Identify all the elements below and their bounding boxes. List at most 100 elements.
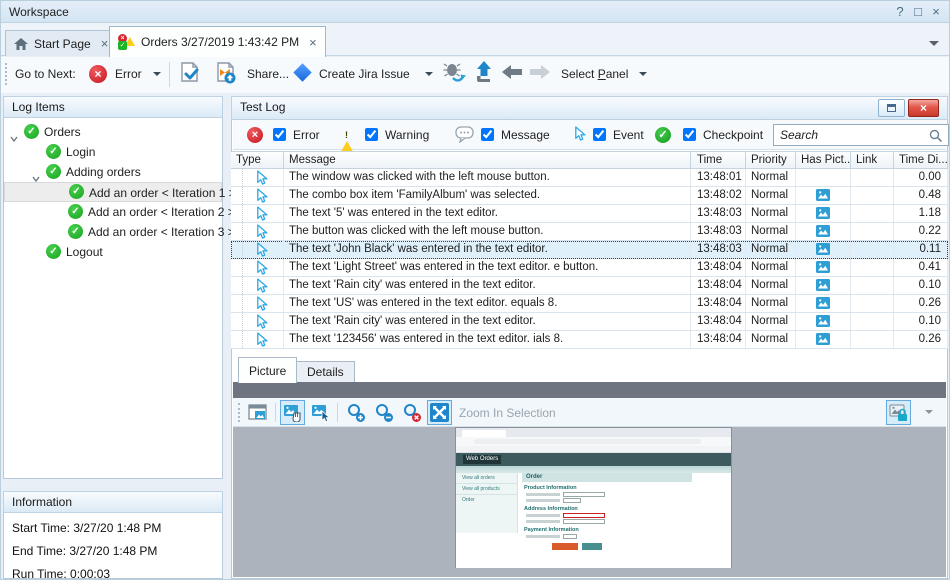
close-panel-button[interactable]: ×: [908, 99, 939, 117]
pan-tool-button[interactable]: [280, 400, 305, 425]
column-header-link[interactable]: Link: [851, 152, 894, 168]
cell-message: The text 'Rain city' was entered in the …: [284, 277, 691, 294]
zoom-reset-button[interactable]: [399, 400, 424, 425]
mouse-action-icon: [255, 224, 268, 240]
tree-item-logout[interactable]: ✓ Logout: [4, 242, 222, 262]
select-panel-label[interactable]: Select Panel: [561, 67, 628, 81]
maximize-button[interactable]: □: [909, 4, 927, 19]
column-header-time[interactable]: Time: [691, 152, 746, 168]
column-header-priority[interactable]: Priority: [746, 152, 796, 168]
back-button[interactable]: [501, 64, 523, 80]
table-row[interactable]: The text 'Rain city' was entered in the …: [231, 277, 948, 295]
zoom-in-selection-button[interactable]: [427, 400, 452, 425]
table-header-row: Type Message Time Priority Has Pict... L…: [231, 151, 948, 169]
create-jira-dropdown-icon[interactable]: [425, 72, 433, 76]
tab-details[interactable]: Details: [296, 361, 355, 383]
picture-icon[interactable]: [816, 243, 830, 258]
tree-item-iteration-1[interactable]: ✓ Add an order < Iteration 1 >: [4, 182, 222, 202]
tab-close-icon[interactable]: ×: [101, 36, 109, 51]
picture-toolbar-dropdown-icon[interactable]: [925, 410, 933, 414]
picture-icon[interactable]: [816, 315, 830, 330]
table-row[interactable]: The text 'Rain city' was entered in the …: [231, 313, 948, 331]
picture-icon[interactable]: [816, 261, 830, 276]
tab-close-icon[interactable]: ×: [309, 35, 317, 50]
zoom-out-button[interactable]: [371, 400, 396, 425]
column-header-type[interactable]: Type: [231, 152, 284, 168]
cell-priority: Normal: [746, 205, 796, 222]
test-log-header: Test Log ×: [231, 96, 948, 120]
go-to-next-type[interactable]: Error: [115, 67, 142, 81]
filter-checkbox-warning[interactable]: [365, 128, 378, 141]
filter-checkbox-error[interactable]: [273, 128, 286, 141]
filter-checkbox-event[interactable]: [593, 128, 606, 141]
expander-icon[interactable]: [10, 129, 18, 137]
success-check-icon: ✓: [46, 144, 61, 159]
open-picture-window-button[interactable]: [245, 400, 270, 425]
table-row-selected[interactable]: The text 'John Black' was entered in the…: [231, 241, 948, 259]
run-time: Run Time: 0:00:03: [12, 567, 110, 580]
captured-screenshot-thumbnail[interactable]: Web Orders View all orders View all prod…: [455, 427, 732, 568]
filter-label-event: Event: [613, 128, 644, 142]
create-jira-label[interactable]: Create Jira Issue: [319, 67, 410, 81]
picture-lock-icon: [889, 404, 909, 422]
tab-label: Start Page: [34, 37, 91, 51]
select-panel-dropdown-icon[interactable]: [639, 72, 647, 76]
select-tool-button[interactable]: [308, 400, 333, 425]
tab-start-page[interactable]: Start Page ×: [5, 30, 117, 56]
picture-icon[interactable]: [816, 225, 830, 240]
cell-time: 13:48:02: [691, 187, 746, 204]
zoom-in-button[interactable]: [343, 400, 368, 425]
cell-time: 13:48:03: [691, 205, 746, 222]
toolbar-grip[interactable]: [5, 63, 7, 85]
help-button[interactable]: ?: [891, 4, 909, 19]
success-check-icon: ✓: [68, 224, 83, 239]
share-label[interactable]: Share...: [247, 67, 289, 81]
tree-item-orders[interactable]: ✓ Orders: [4, 122, 222, 142]
picture-window-icon: [248, 404, 267, 421]
table-row[interactable]: The button was clicked with the left mou…: [231, 223, 948, 241]
table-row[interactable]: The window was clicked with the left mou…: [231, 169, 948, 187]
picture-icon[interactable]: [816, 189, 830, 204]
tree-item-login[interactable]: ✓ Login: [4, 142, 222, 162]
forward-button[interactable]: [529, 64, 551, 80]
picture-view-area[interactable]: Web Orders View all orders View all prod…: [233, 427, 946, 577]
picture-icon[interactable]: [816, 333, 830, 348]
web-orders-logo: Web Orders: [463, 455, 501, 464]
expander-icon[interactable]: [32, 169, 40, 177]
picture-icon[interactable]: [816, 279, 830, 294]
close-button[interactable]: ×: [927, 4, 945, 19]
search-box: [773, 124, 949, 146]
tree-item-iteration-2[interactable]: ✓ Add an order < Iteration 2 >: [4, 202, 222, 222]
share-results-button[interactable]: [213, 60, 239, 86]
report-bug-button[interactable]: [443, 62, 467, 84]
home-icon: [14, 38, 28, 50]
search-input[interactable]: [774, 125, 948, 145]
table-row[interactable]: The text 'Light Street' was entered in t…: [231, 259, 948, 277]
log-items-header: Log Items: [3, 96, 223, 118]
column-header-time-diff[interactable]: Time Di...: [894, 152, 948, 168]
table-row[interactable]: The text '5' was entered in the text edi…: [231, 205, 948, 223]
table-row[interactable]: The combo box item 'FamilyAlbum' was sel…: [231, 187, 948, 205]
filter-checkbox-message[interactable]: [481, 128, 494, 141]
tree-item-adding-orders[interactable]: ✓ Adding orders: [4, 162, 222, 182]
zoom-in-icon: [346, 403, 366, 423]
cell-message: The text '5' was entered in the text edi…: [284, 205, 691, 222]
column-header-message[interactable]: Message: [284, 152, 691, 168]
export-results-button[interactable]: [177, 60, 203, 86]
tab-picture[interactable]: Picture: [238, 357, 297, 383]
picture-icon[interactable]: [816, 297, 830, 312]
tab-orders-log[interactable]: ×✓ Orders 3/27/2019 1:43:42 PM ×: [109, 26, 326, 57]
cell-priority: Normal: [746, 295, 796, 312]
lock-picture-button[interactable]: [886, 400, 911, 425]
restore-panel-button[interactable]: [878, 99, 905, 117]
filter-checkbox-checkpoint[interactable]: [683, 128, 696, 141]
tree-item-iteration-3[interactable]: ✓ Add an order < Iteration 3 >: [4, 222, 222, 242]
toolbar-grip[interactable]: [238, 403, 240, 422]
tab-list-chevron-icon[interactable]: [929, 41, 939, 46]
go-to-next-dropdown-icon[interactable]: [153, 72, 161, 76]
picture-icon[interactable]: [816, 207, 830, 222]
table-row[interactable]: The text '123456' was entered in the tex…: [231, 331, 948, 349]
go-up-button[interactable]: [475, 60, 493, 84]
table-row[interactable]: The text 'US' was entered in the text ed…: [231, 295, 948, 313]
column-header-has-picture[interactable]: Has Pict...: [796, 152, 851, 168]
